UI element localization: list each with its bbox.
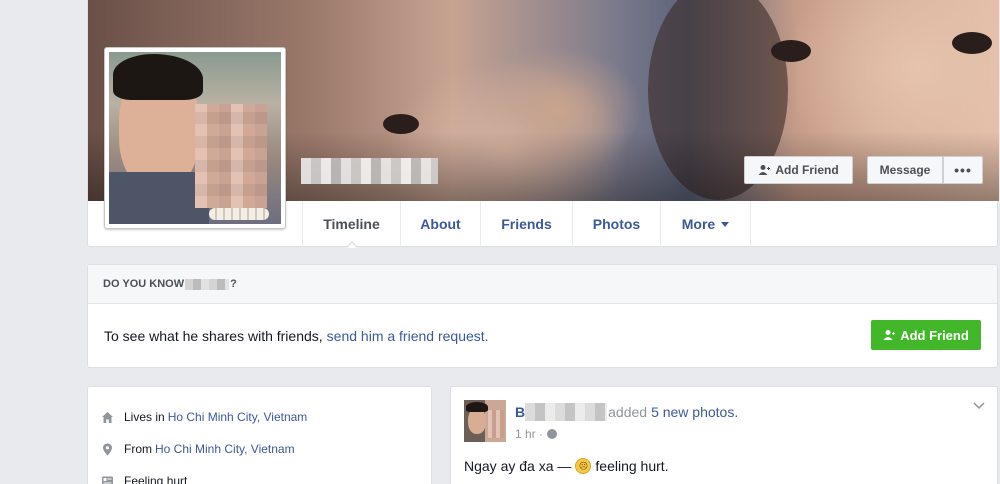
do-you-know-heading: DO YOU KNOW ? bbox=[88, 265, 997, 304]
post-meta: 1 hr · bbox=[515, 427, 558, 441]
tab-label: Timeline bbox=[323, 216, 380, 232]
tab-label: More bbox=[681, 216, 716, 232]
add-friend-label: Add Friend bbox=[900, 327, 969, 343]
new-photos-link[interactable]: 5 new photos. bbox=[651, 404, 738, 420]
add-friend-button[interactable]: Add Friend bbox=[744, 156, 853, 184]
post-action-text: added bbox=[608, 404, 648, 420]
do-you-know-card: DO YOU KNOW ? To see what he shares with… bbox=[87, 264, 998, 368]
avatar-detail bbox=[488, 410, 504, 438]
feeling-icon bbox=[101, 475, 114, 484]
tab-timeline[interactable]: Timeline bbox=[303, 201, 401, 248]
chevron-down-icon bbox=[721, 221, 730, 227]
intro-item-lives-in: Lives in Ho Chi Minh City, Vietnam bbox=[88, 401, 431, 433]
post-timestamp[interactable]: 1 hr · bbox=[515, 427, 543, 441]
photo-detail bbox=[209, 208, 269, 220]
city-link[interactable]: Ho Chi Minh City, Vietnam bbox=[155, 442, 295, 456]
tab-more[interactable]: More bbox=[661, 201, 751, 247]
profile-tabs: Timeline About Friends Photos More bbox=[302, 201, 751, 248]
intro-prefix: Lives in bbox=[124, 410, 165, 424]
post-feeling-text: feeling hurt. bbox=[595, 458, 669, 474]
city-link[interactable]: Ho Chi Minh City, Vietnam bbox=[168, 410, 308, 424]
add-friend-icon bbox=[883, 330, 896, 340]
profile-picture[interactable] bbox=[104, 47, 286, 229]
page-margin bbox=[0, 0, 87, 484]
photo-detail bbox=[109, 172, 209, 224]
heading-text: DO YOU KNOW bbox=[103, 278, 185, 290]
intro-item-text: Feeling hurt bbox=[124, 474, 188, 484]
post-author-avatar[interactable] bbox=[464, 400, 506, 442]
more-options-button[interactable]: ••• bbox=[943, 156, 983, 184]
house-icon bbox=[101, 411, 114, 424]
redacted-name bbox=[525, 403, 608, 421]
profile-name-redacted[interactable] bbox=[301, 158, 438, 184]
add-friend-green-button[interactable]: Add Friend bbox=[871, 320, 981, 350]
tab-photos[interactable]: Photos bbox=[573, 201, 661, 247]
heading-suffix: ? bbox=[230, 278, 237, 290]
post-author-name[interactable]: B bbox=[515, 404, 525, 420]
intro-item-from: From Ho Chi Minh City, Vietnam bbox=[88, 433, 431, 465]
intro-item-text: From Ho Chi Minh City, Vietnam bbox=[124, 442, 295, 456]
post-header: B added 5 new photos. bbox=[515, 403, 738, 421]
hurt-face-emoji-icon: ☹ bbox=[575, 458, 592, 474]
tab-friends[interactable]: Friends bbox=[481, 201, 573, 247]
redacted-name bbox=[185, 278, 230, 290]
tab-label: Photos bbox=[592, 216, 641, 232]
intro-item-text: Lives in Ho Chi Minh City, Vietnam bbox=[124, 410, 307, 424]
post-body: Ngay ay đa xa — ☹ feeling hurt. bbox=[464, 458, 669, 474]
location-pin-icon bbox=[101, 443, 114, 456]
profile-photo bbox=[109, 52, 281, 224]
cover-photo-detail bbox=[771, 40, 811, 62]
cover-photo-detail bbox=[952, 32, 992, 54]
tab-about[interactable]: About bbox=[401, 201, 481, 247]
intro-card: Lives in Ho Chi Minh City, Vietnam From Ho… bbox=[87, 386, 432, 484]
intro-item-feeling: Feeling hurt bbox=[88, 465, 431, 484]
do-you-know-body: To see what he shares with friends, send… bbox=[88, 304, 997, 368]
add-friend-icon bbox=[758, 165, 771, 175]
globe-icon[interactable] bbox=[547, 429, 558, 439]
body-text: To see what he shares with friends, bbox=[104, 328, 323, 344]
tab-label: About bbox=[420, 216, 461, 232]
post-text: Ngay ay đa xa — bbox=[464, 458, 572, 474]
add-friend-label: Add Friend bbox=[775, 163, 839, 177]
tab-label: Friends bbox=[501, 216, 552, 232]
more-options-icon: ••• bbox=[954, 162, 972, 178]
profile-header: Add Friend Message ••• Timeline About Fr… bbox=[87, 0, 999, 248]
timeline-post: B added 5 new photos. 1 hr · Ngay ay đa … bbox=[450, 386, 998, 484]
message-button[interactable]: Message bbox=[867, 156, 943, 184]
avatar-detail bbox=[466, 402, 488, 412]
message-label: Message bbox=[879, 163, 931, 177]
intro-prefix: From bbox=[124, 442, 152, 456]
friend-request-link[interactable]: send him a friend request. bbox=[327, 328, 489, 344]
chevron-down-icon[interactable] bbox=[973, 401, 985, 411]
photo-detail bbox=[113, 54, 203, 100]
blurred-face bbox=[195, 104, 267, 208]
